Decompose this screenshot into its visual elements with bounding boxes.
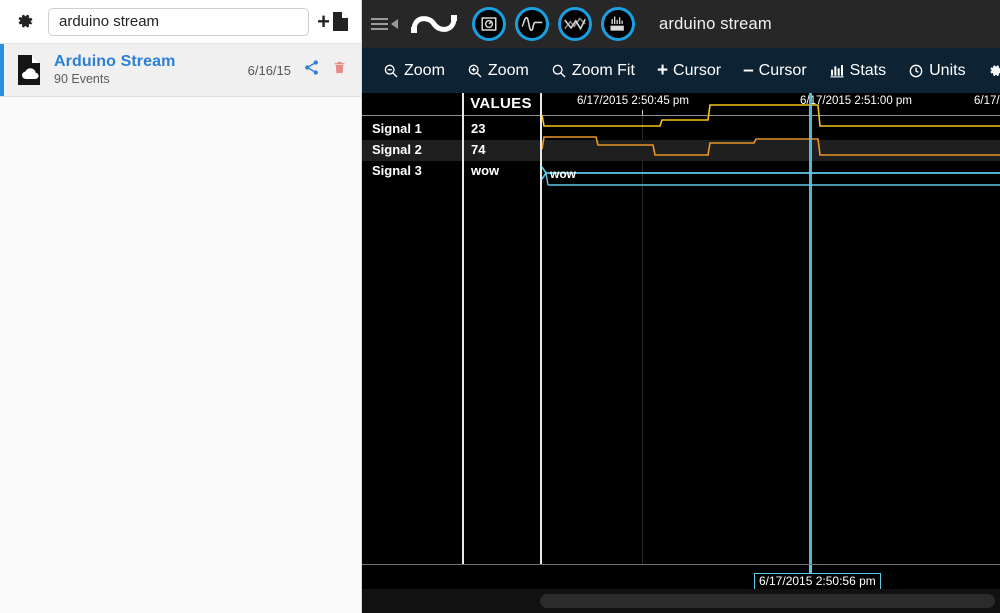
plus-icon: + xyxy=(317,8,330,34)
collapse-menu-button[interactable] xyxy=(371,18,398,30)
menu-label: Zoom xyxy=(404,61,445,79)
scope-panel: arduino stream Zoom Zoom Zoom Fit + Curs… xyxy=(362,0,1000,613)
app-logo xyxy=(410,9,458,39)
stream-date: 6/16/15 xyxy=(247,62,291,78)
menu-label: Cursor xyxy=(758,61,807,79)
values-column-header: VALUES xyxy=(470,95,532,112)
chevron-left-icon xyxy=(391,19,398,29)
signal-name: Signal 3 xyxy=(372,163,422,178)
column-divider[interactable] xyxy=(540,93,542,565)
logic-button[interactable] xyxy=(601,7,635,41)
app-root: + Arduino Stream 90 Events xyxy=(0,0,1000,613)
capture-button[interactable] xyxy=(472,7,506,41)
signal-name: Signal 1 xyxy=(372,121,422,136)
menu-stats[interactable]: Stats xyxy=(818,48,897,93)
stream-title[interactable]: Arduino Stream xyxy=(54,53,248,71)
waveform-grid: VALUES 6/17/2015 2:50:45 pm 6/17/2015 2:… xyxy=(362,93,1000,565)
pulse-button[interactable] xyxy=(515,7,549,41)
waveform-logo-icon xyxy=(411,15,457,33)
menu-tools[interactable]: Tools xyxy=(977,48,1000,93)
gear-icon xyxy=(990,64,1000,76)
line-chart-icon xyxy=(564,17,586,31)
sidebar: + Arduino Stream 90 Events xyxy=(0,0,362,613)
stream-text-block: Arduino Stream 90 Events xyxy=(54,53,248,87)
plus-icon: + xyxy=(656,60,669,81)
new-stream-button[interactable]: + xyxy=(317,8,351,34)
search-input[interactable] xyxy=(48,7,310,36)
waveform-traces: wow xyxy=(540,93,1000,565)
menu-label: Zoom xyxy=(487,61,529,79)
menu-remove-cursor[interactable]: – Cursor xyxy=(732,48,818,93)
clock-icon xyxy=(909,64,923,77)
pulse-icon xyxy=(521,16,543,32)
trace-svg xyxy=(541,104,1000,186)
scrollbar-thumb[interactable] xyxy=(540,594,995,608)
menu-label: Stats xyxy=(849,61,887,79)
signal-value: 23 xyxy=(471,121,486,136)
cloud-document-icon xyxy=(18,55,40,85)
cursor-timestamp: 6/17/2015 2:50:56 pm xyxy=(754,573,881,590)
signal-value: wow xyxy=(471,163,500,178)
column-divider[interactable] xyxy=(462,93,464,565)
signal-2-trace xyxy=(541,136,1000,156)
delete-button[interactable] xyxy=(332,59,347,81)
signal-name: Signal 2 xyxy=(372,142,422,157)
trash-icon xyxy=(334,61,345,74)
logic-bars-icon xyxy=(610,16,624,31)
zoom-out-icon xyxy=(384,64,398,77)
stream-event-count: 90 Events xyxy=(54,72,110,86)
panel-title: arduino stream xyxy=(659,14,772,33)
scope-menubar: Zoom Zoom Zoom Fit + Cursor – Cursor Sta… xyxy=(362,48,1000,93)
time-cursor[interactable] xyxy=(809,93,812,565)
search-field-wrapper xyxy=(48,7,310,36)
sidebar-toolbar: + xyxy=(0,0,361,43)
share-icon xyxy=(305,60,318,75)
horizontal-scrollbar[interactable] xyxy=(362,589,1000,613)
chart-button[interactable] xyxy=(558,7,592,41)
share-button[interactable] xyxy=(303,59,320,81)
menu-label: Cursor xyxy=(673,61,722,79)
hamburger-icon xyxy=(371,18,388,30)
menu-add-cursor[interactable]: + Cursor xyxy=(646,48,732,93)
menu-label: Units xyxy=(929,61,966,79)
stats-bars-icon xyxy=(829,64,844,77)
stream-thumbnail xyxy=(10,52,50,88)
list-item[interactable]: Arduino Stream 90 Events 6/16/15 xyxy=(0,44,361,97)
menu-label: Zoom Fit xyxy=(571,61,635,79)
menu-units[interactable]: Units xyxy=(897,48,976,93)
signal-value: 74 xyxy=(471,142,486,157)
cursor-status-bar: 6/17/2015 2:50:56 pm xyxy=(362,565,1000,590)
signal-3-trace xyxy=(541,166,1000,186)
new-document-icon xyxy=(333,12,348,31)
zoom-in-icon xyxy=(468,64,482,77)
zoom-fit-icon xyxy=(552,64,566,77)
menu-zoom-fit[interactable]: Zoom Fit xyxy=(540,48,646,93)
signal-3-bus-label: wow xyxy=(550,167,576,181)
stream-meta: 6/16/15 xyxy=(248,59,361,81)
panel-toolbar: arduino stream xyxy=(362,0,1000,48)
signal-1-trace xyxy=(541,104,1000,127)
gear-icon xyxy=(18,14,32,28)
capture-icon xyxy=(481,17,497,31)
menu-zoom-out[interactable]: Zoom xyxy=(372,48,456,93)
settings-gear-button[interactable] xyxy=(12,9,38,35)
menu-zoom-in[interactable]: Zoom xyxy=(456,48,540,93)
minus-icon: – xyxy=(743,60,754,81)
mode-button-group xyxy=(472,7,635,41)
